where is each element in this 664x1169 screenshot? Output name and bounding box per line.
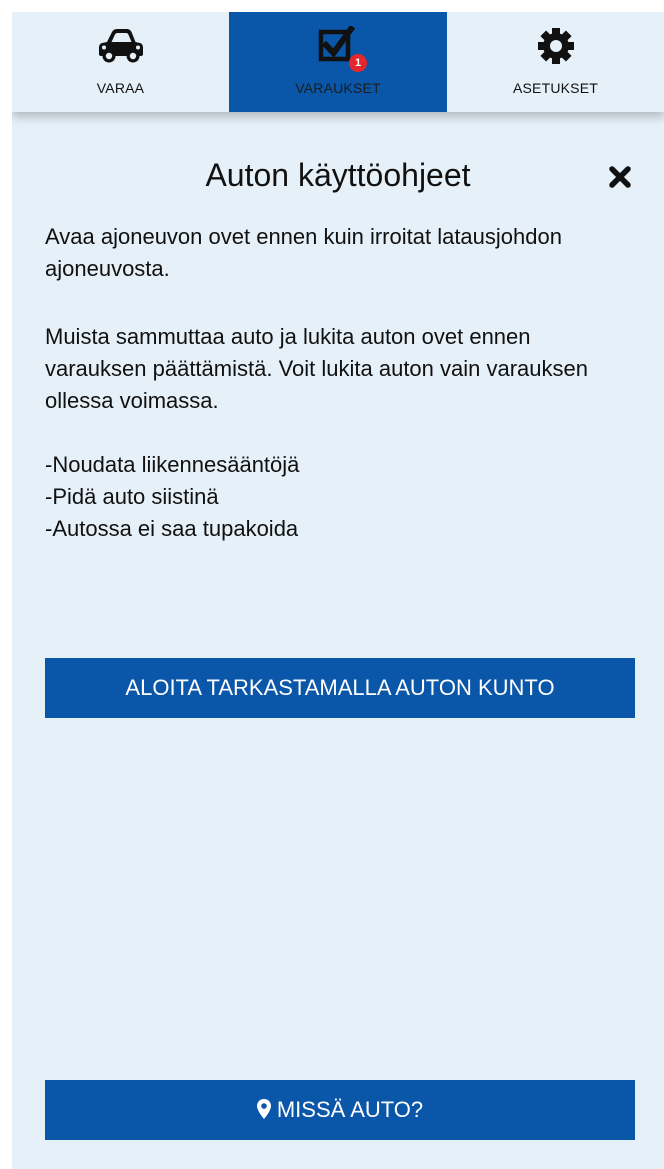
car-icon — [98, 29, 143, 63]
where-is-car-label: MISSÄ AUTO? — [276, 1097, 424, 1122]
app-panel: VARAA 1 VARAUKSET ASETUKSET Auton käyttö… — [12, 12, 664, 1169]
instruction-paragraph-1: Avaa ajoneuvon ovet ennen kuin irroitat … — [45, 224, 562, 281]
tab-label-asetukset: ASETUKSET — [512, 80, 599, 96]
where-is-car-button[interactable]: MISSÄ AUTO? — [45, 1080, 635, 1140]
instruction-paragraph-2: Muista sammuttaa auto ja lukita auton ov… — [45, 324, 588, 413]
list-item: -Autossa ei saa tupakoida — [45, 516, 299, 541]
gear-icon — [537, 28, 574, 64]
start-inspection-button[interactable]: ALOITA TARKASTAMALLA AUTON KUNTO — [45, 658, 635, 718]
start-inspection-label: ALOITA TARKASTAMALLA AUTON KUNTO — [125, 675, 555, 700]
tab-asetukset[interactable]: ASETUKSET — [447, 12, 664, 112]
list-item: -Pidä auto siistinä — [45, 484, 219, 509]
tab-varaukset[interactable]: 1 VARAUKSET — [229, 12, 447, 112]
modal-title: Auton käyttöohjeet — [205, 157, 471, 193]
list-item: -Noudata liikennesääntöjä — [45, 452, 300, 477]
close-icon[interactable] — [608, 165, 632, 189]
notification-badge: 1 — [349, 54, 367, 72]
tab-label-varaa: VARAA — [96, 80, 145, 96]
rules-list: -Noudata liikennesääntöjä -Pidä auto sii… — [45, 449, 625, 545]
tab-varaa[interactable]: VARAA — [12, 12, 229, 112]
tab-bar: VARAA 1 VARAUKSET ASETUKSET — [12, 12, 664, 112]
tab-label-varaukset: VARAUKSET — [295, 80, 381, 96]
map-marker-icon — [256, 1099, 271, 1119]
